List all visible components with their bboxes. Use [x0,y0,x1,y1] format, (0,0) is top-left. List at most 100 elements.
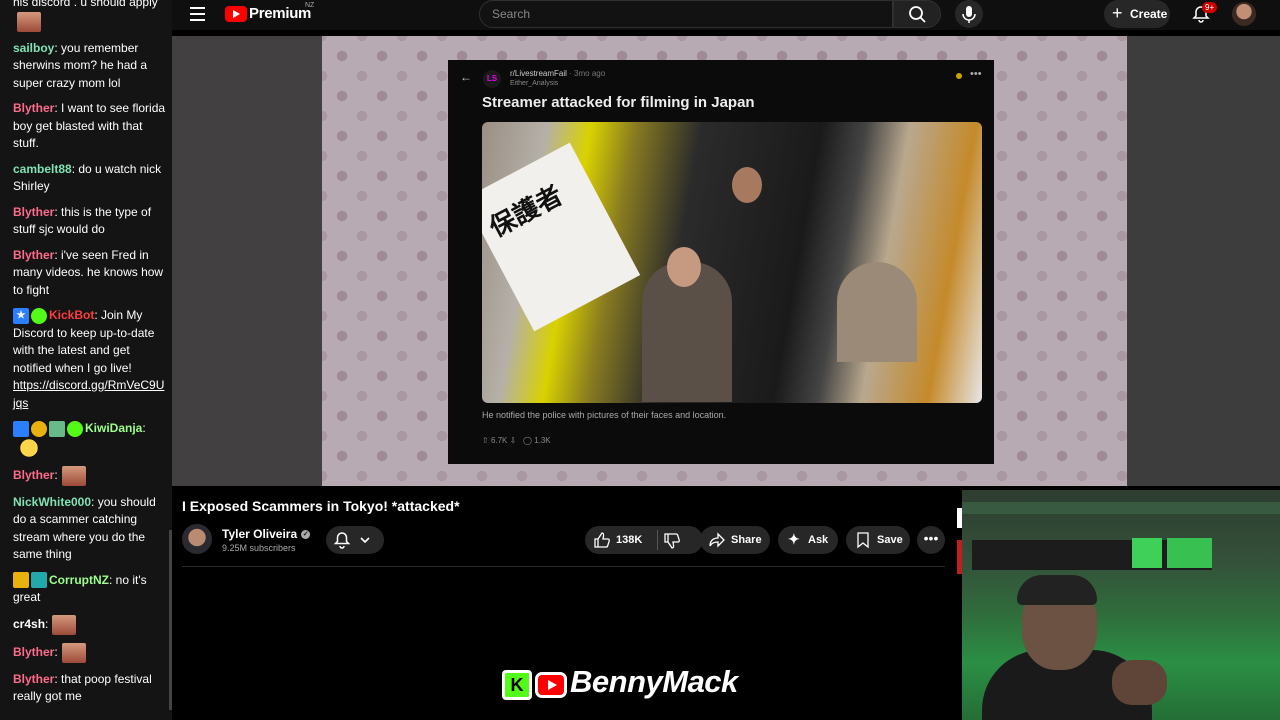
kick-icon: K [502,670,532,700]
mic-icon [962,6,976,23]
emote-icon [17,11,41,32]
chat-message: Blyther: that poop festival really got m… [13,671,166,706]
bot-badge-icon: ★ [13,307,29,324]
search-button[interactable] [893,0,941,28]
chat-message: Blyther: [13,465,166,486]
chat-link[interactable]: https://discord.gg/RmVeC9Ujqs [13,378,164,410]
chat-username[interactable]: KiwiDanja [85,421,142,435]
chat-message: Blyther: i've seen Fred in many videos. … [13,247,166,300]
subreddit-name: r/LivestreamFail [510,69,567,78]
chat-text: : [142,421,146,435]
figure-body-2 [837,262,917,362]
sign-text: 保護者 [482,142,641,332]
chat-scrollbar[interactable] [169,530,172,710]
chat-message: NickWhite000: you should do a scammer ca… [13,494,166,564]
more-icon: ••• [923,530,939,546]
crown-badge-icon [13,572,29,589]
emote-icon [61,642,86,663]
region-label: NZ [305,2,315,9]
chat-username[interactable]: Blyther [13,205,54,219]
account-avatar[interactable] [1232,2,1256,26]
chat-message: Blyther: this is the type of stuff sjc w… [13,204,166,239]
emote-icon [17,437,41,458]
reddit-post: ← LS r/LivestreamFail · 3mo ago Either_A… [448,60,994,464]
sub-badge-icon [31,420,47,437]
voice-search-button[interactable] [955,0,983,28]
chat-text: his discord . u should apply [13,0,158,9]
subscriber-count: 9.25M subscribers [222,543,296,553]
chat-message-list: his discord . u should apply sailboy: you… [13,0,166,706]
more-icon: ••• [970,68,982,80]
thumbs-up-icon [594,532,610,548]
chat-username[interactable]: Blyther [13,101,54,115]
channel-name[interactable]: Tyler Oliveira ✓ [222,527,311,541]
chat-username[interactable]: Blyther [13,645,54,659]
plus-icon: + [1112,3,1123,23]
ask-button[interactable]: ✦ Ask [778,526,838,554]
chat-username[interactable]: cr4sh [13,617,45,631]
gift-badge-icon [49,420,65,437]
emote-icon [52,614,77,635]
thumbs-down-icon [664,533,680,549]
subscription-bell-button[interactable] [326,526,384,554]
search-input[interactable]: Search [479,0,893,28]
chat-username[interactable]: CorruptNZ [49,573,109,587]
chat-text: : [54,644,58,659]
share-button[interactable]: Share [700,526,770,554]
chat-message: ★ KickBot: Join My Discord to keep up-to-… [13,307,166,412]
comment-count: 1.3K [534,436,551,445]
streamer-name: BennyMack [570,664,738,699]
chat-message: KiwiDanja: [13,420,166,458]
sparkle-icon: ✦ [788,531,800,547]
video-player[interactable]: ← LS r/LivestreamFail · 3mo ago Either_A… [172,36,1280,486]
cam-light-1 [1132,538,1162,568]
create-button[interactable]: + Create [1104,0,1170,28]
youtube-topbar: Premium NZ Search + Create 9+ [172,0,1280,30]
streamer-cap [1017,575,1097,605]
like-dislike-button[interactable]: 138K [585,526,703,554]
cam-strip [962,502,1280,514]
bot-badge-icon [13,420,29,437]
video-title: I Exposed Scammers in Tokyo! *attacked* [182,498,460,514]
channel-avatar[interactable] [182,524,212,554]
save-button[interactable]: Save [846,526,910,554]
chat-username[interactable]: NickWhite000 [13,495,91,509]
more-actions-button[interactable]: ••• [917,526,945,554]
verified-icon: ✓ [301,530,311,540]
post-stats: ⇧ 6.7K ⇩ ◯ 1.3K [482,436,551,445]
chat-username[interactable]: cambelt88 [13,162,72,176]
back-arrow-icon: ← [460,70,472,84]
notification-badge: 9+ [1202,2,1218,13]
chat-username[interactable]: sailboy [13,41,54,55]
chat-username[interactable]: Blyther [13,468,54,482]
brand-label[interactable]: Premium [249,5,311,22]
upvote-count: 6.7K [490,436,508,445]
chat-text: : [54,467,58,482]
youtube-logo-icon[interactable] [225,6,247,22]
like-divider [657,530,658,550]
streamer-hand [1112,660,1167,705]
chat-message: sailboy: you remember sherwins mom? he h… [13,40,166,93]
sub-badge-icon [31,572,47,589]
figure-head-2 [732,167,762,203]
verified-badge-icon [67,420,83,437]
cam-light-2 [1167,538,1212,568]
post-image: 保護者 [482,122,982,403]
mod-icon [956,73,962,79]
post-caption: He notified the police with pictures of … [482,410,727,420]
chat-message: his discord . u should apply [13,0,166,32]
post-subreddit: r/LivestreamFail · 3mo ago [510,69,605,78]
ask-label: Ask [808,534,829,546]
bell-icon [333,532,370,549]
chat-username[interactable]: KickBot [49,308,94,322]
like-count: 138K [616,534,643,546]
search-icon [909,6,926,23]
figure-head [667,247,701,287]
chat-username[interactable]: Blyther [13,248,54,262]
chat-username[interactable]: Blyther [13,672,54,686]
chat-panel: his discord . u should apply sailboy: you… [0,0,172,720]
post-time: · 3mo ago [569,69,606,78]
menu-icon[interactable] [190,7,205,25]
subreddit-avatar: LS [483,70,501,88]
create-label: Create [1130,7,1168,21]
